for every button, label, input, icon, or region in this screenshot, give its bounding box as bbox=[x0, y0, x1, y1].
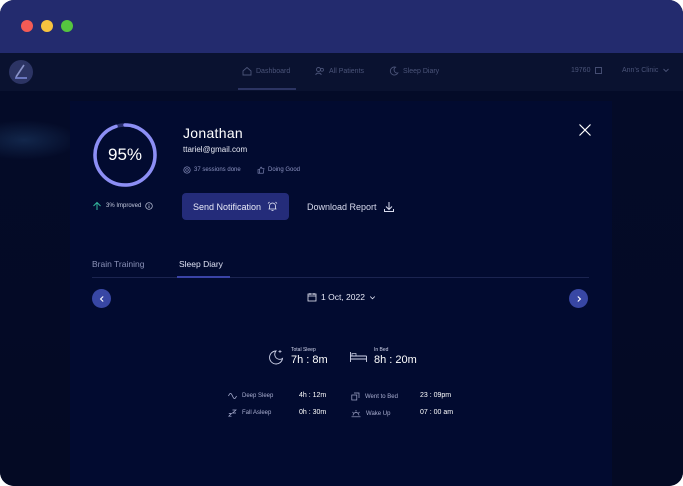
nav-all-patients[interactable]: All Patients bbox=[315, 66, 364, 76]
top-navbar: Dashboard All Patients Sleep Diary 19760… bbox=[0, 53, 683, 91]
sunrise-icon bbox=[351, 410, 361, 418]
app-logo-icon[interactable] bbox=[9, 60, 33, 84]
deep-sleep-value: 4h : 12m bbox=[299, 392, 327, 399]
info-icon[interactable] bbox=[145, 202, 154, 210]
arrow-up-icon bbox=[93, 201, 101, 210]
alarm-bell-icon bbox=[267, 201, 278, 211]
users-icon bbox=[315, 67, 324, 76]
patient-email: ttariel@gmail.com bbox=[183, 145, 248, 154]
send-notification-button[interactable]: Send Notification bbox=[182, 193, 289, 220]
improvement-text: 3% Improved bbox=[106, 203, 142, 209]
title-bar bbox=[0, 0, 683, 53]
tab-divider bbox=[92, 277, 589, 278]
close-window-button[interactable] bbox=[21, 20, 33, 32]
minimize-window-button[interactable] bbox=[41, 20, 53, 32]
wake-up-value: 07 : 00 am bbox=[420, 409, 454, 416]
home-icon bbox=[242, 66, 252, 76]
tab-brain-training[interactable]: Brain Training bbox=[92, 259, 144, 269]
bed-time-icon bbox=[351, 392, 360, 401]
went-to-bed-label: Went to Bed bbox=[365, 393, 398, 400]
in-bed-value: 8h : 20m bbox=[374, 354, 417, 366]
zzz-icon bbox=[228, 409, 237, 417]
clinic-name: Ann's Clinic bbox=[622, 66, 659, 74]
wake-up-row: Wake Up bbox=[351, 409, 390, 418]
previous-date-button[interactable] bbox=[92, 289, 111, 308]
chevron-right-icon bbox=[576, 295, 581, 302]
bed-icon bbox=[350, 351, 367, 362]
nav-active-indicator bbox=[238, 88, 296, 90]
progress-score: 95% bbox=[107, 145, 143, 164]
date-picker[interactable]: 1 Oct, 2022 bbox=[307, 292, 376, 302]
app-window: Dashboard All Patients Sleep Diary 19760… bbox=[0, 0, 683, 486]
download-report-label: Download Report bbox=[307, 202, 377, 212]
went-to-bed-row: Went to Bed bbox=[351, 392, 398, 401]
sessions-badge: 37 sessions done bbox=[183, 166, 241, 174]
chevron-left-icon bbox=[99, 295, 104, 302]
in-bed-summary: In Bed 8h : 20m bbox=[349, 347, 417, 366]
nav-dashboard-label: Dashboard bbox=[256, 67, 291, 75]
nav-dashboard[interactable]: Dashboard bbox=[242, 66, 290, 76]
sessions-text: 37 sessions done bbox=[194, 167, 241, 173]
clinic-selector[interactable]: Ann's Clinic bbox=[622, 66, 670, 74]
record-counter[interactable]: 19760 bbox=[571, 66, 603, 75]
total-sleep-value: 7h : 8m bbox=[291, 354, 328, 366]
total-sleep-label: Total Sleep bbox=[291, 347, 316, 353]
patient-detail-modal: 95% 3% Improved Jonathan ttariel@gmail.c… bbox=[70, 101, 612, 486]
in-bed-label: In Bed bbox=[374, 347, 389, 353]
fall-asleep-value: 0h : 30m bbox=[299, 409, 327, 416]
tab-sleep-diary[interactable]: Sleep Diary bbox=[179, 259, 223, 269]
improvement-stat: 3% Improved bbox=[92, 201, 154, 211]
moon-stars-icon bbox=[269, 349, 284, 364]
record-count: 19760 bbox=[571, 67, 591, 74]
sessions-icon bbox=[183, 166, 191, 174]
download-report-button[interactable]: Download Report bbox=[307, 201, 395, 213]
deep-sleep-row: Deep Sleep bbox=[228, 392, 273, 400]
moon-icon bbox=[389, 66, 399, 76]
patient-name: Jonathan bbox=[183, 125, 244, 141]
calendar-icon bbox=[307, 293, 317, 302]
status-text: Doing Good bbox=[268, 167, 301, 173]
download-icon bbox=[383, 202, 394, 212]
nav-sleep-diary[interactable]: Sleep Diary bbox=[389, 66, 439, 76]
total-sleep-summary: Total Sleep 7h : 8m bbox=[267, 347, 328, 366]
close-icon[interactable] bbox=[578, 123, 592, 137]
background-glow bbox=[0, 120, 80, 160]
thumbs-up-icon bbox=[257, 166, 265, 174]
tab-active-indicator bbox=[177, 276, 230, 278]
nav-sleep-diary-label: Sleep Diary bbox=[403, 67, 440, 75]
went-to-bed-value: 23 : 09pm bbox=[420, 392, 452, 399]
next-date-button[interactable] bbox=[569, 289, 588, 308]
send-notification-label: Send Notification bbox=[192, 201, 262, 212]
copy-icon bbox=[595, 67, 603, 74]
chevron-down-icon bbox=[369, 295, 376, 299]
status-badge: Doing Good bbox=[257, 166, 300, 174]
nav-all-patients-label: All Patients bbox=[329, 67, 365, 75]
chevron-down-icon bbox=[663, 68, 670, 73]
selected-date: 1 Oct, 2022 bbox=[321, 292, 365, 302]
fall-asleep-label: Fall Asleep bbox=[242, 410, 272, 416]
wave-icon bbox=[228, 392, 237, 400]
fall-asleep-row: Fall Asleep bbox=[228, 409, 271, 417]
wake-up-label: Wake Up bbox=[366, 410, 391, 417]
maximize-window-button[interactable] bbox=[61, 20, 73, 32]
deep-sleep-label: Deep Sleep bbox=[242, 393, 274, 399]
